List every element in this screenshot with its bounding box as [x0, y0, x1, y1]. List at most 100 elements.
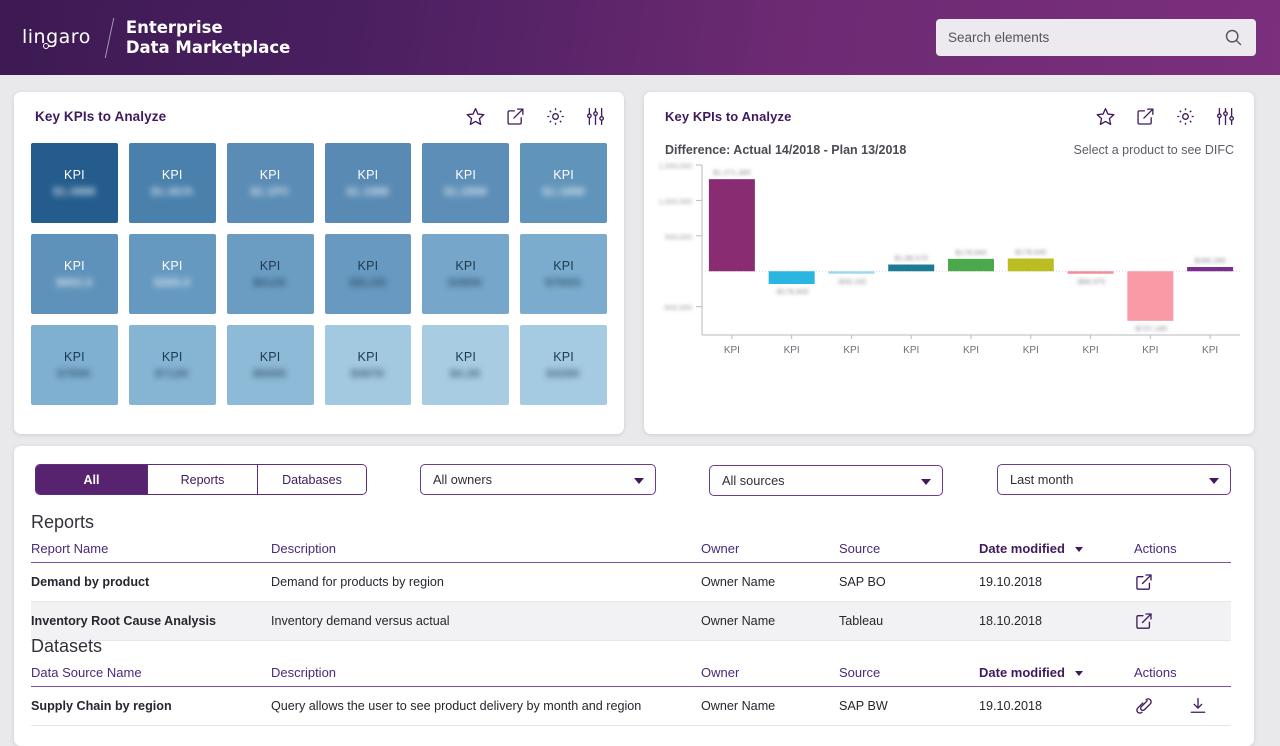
external-link-icon[interactable] [505, 106, 526, 127]
chart-subtitle-row: Difference: Actual 14/2018 - Plan 13/201… [644, 127, 1254, 157]
kpi-tile[interactable]: KPI $1.1MM [520, 143, 607, 223]
table-row[interactable]: Demand by product Demand for products by … [31, 562, 1231, 602]
col-source[interactable]: Source [839, 661, 979, 687]
kpi-tile-label: KPI [455, 259, 477, 273]
chart-bar[interactable] [948, 258, 994, 272]
col-description[interactable]: Description [271, 537, 701, 563]
y-axis-tick-label: 1,000,000 [659, 197, 692, 206]
kpi-tile[interactable]: KPI $1.1PV [226, 143, 314, 223]
kpi-tile-label: KPI [553, 259, 574, 273]
kpi-tile-value: $1.1MM [346, 186, 389, 198]
sliders-icon[interactable] [1215, 106, 1236, 127]
chart-bar[interactable] [1067, 271, 1114, 274]
kpi-tile[interactable]: KPI $420K [520, 325, 607, 405]
kpi-tile-label: KPI [64, 168, 85, 182]
kpi-tile[interactable]: KPI $612K [226, 234, 314, 314]
tab-databases[interactable]: Databases [258, 465, 366, 494]
chart-bar[interactable] [1127, 271, 1174, 321]
chart-data-label: $286,280 [1194, 256, 1225, 265]
external-link-icon[interactable] [1134, 572, 1154, 592]
kpi-card-title: Key KPIs to Analyze [35, 109, 167, 124]
search-icon[interactable] [1223, 27, 1244, 48]
gear-icon[interactable] [545, 106, 566, 127]
chart-bar[interactable] [888, 264, 935, 272]
sliders-icon[interactable] [585, 106, 606, 127]
col-date-modified[interactable]: Date modified [979, 661, 1134, 687]
kpi-tile-label: KPI [161, 259, 183, 273]
kpi-tile[interactable]: KPI $5L/25 [324, 234, 412, 314]
chart-bar[interactable] [828, 271, 875, 274]
kpi-tile-value: $1.2MM [444, 186, 487, 198]
chart-bar[interactable] [1007, 258, 1054, 272]
row-date: 18.10.2018 [979, 601, 1134, 641]
app-header: lingaro Enterprise Data Marketplace [0, 0, 1280, 75]
col-date-modified-label: Date modified [979, 541, 1065, 556]
chart-bar[interactable] [1187, 267, 1234, 272]
tab-reports[interactable]: Reports [148, 465, 258, 494]
table-row[interactable]: Inventory Root Cause Analysis Inventory d… [31, 601, 1231, 641]
kpi-tile[interactable]: KPI $305.0 [128, 234, 216, 314]
x-axis-tick-label: KPI [1202, 345, 1218, 356]
kpi-tile-grid: KPI $1.3MM KPI $1.4K/h KPI $1.1PV KPI $1.1MM KPI… [14, 127, 624, 405]
kpi-tile[interactable]: KPI $790/h [520, 234, 607, 314]
kpi-tile[interactable]: KPI $4.2K [422, 325, 510, 405]
chart-card-actions [1095, 106, 1236, 127]
chart-bar[interactable] [708, 179, 755, 272]
col-owner[interactable]: Owner [701, 537, 839, 563]
kpi-tile-label: KPI [357, 350, 379, 364]
kpi-tile[interactable]: KPI $467K [324, 325, 412, 405]
owners-dropdown[interactable]: All owners [420, 464, 656, 495]
kpi-tile[interactable]: KPI $780K [31, 325, 118, 405]
tab-all[interactable]: All [36, 465, 148, 494]
kpi-tile-value: $1.1MM [542, 186, 585, 198]
kpi-tile[interactable]: KPI $952.0 [31, 234, 118, 314]
kpi-tile-value: $305.0 [154, 277, 191, 289]
chart-bar[interactable] [768, 271, 815, 284]
search-input[interactable] [948, 30, 1223, 45]
app-title-line2: Data Marketplace [125, 37, 291, 57]
col-data-source-name[interactable]: Data Source Name [31, 661, 271, 687]
kpi-tile[interactable]: KPI $600K [226, 325, 314, 405]
kpi-tile[interactable]: KPI $1.4K/h [128, 143, 216, 223]
kpi-tile-label: KPI [553, 168, 574, 182]
col-report-name[interactable]: Report Name [31, 537, 271, 563]
chevron-down-icon [1209, 477, 1219, 484]
gear-icon[interactable] [1175, 106, 1196, 127]
kpi-tile[interactable]: KPI $1.3MM [31, 143, 118, 223]
sort-descending-icon [1074, 547, 1083, 553]
kpi-tile[interactable]: KPI $712K [128, 325, 216, 405]
col-actions: Actions [1134, 537, 1231, 563]
x-axis-tick-label: KPI [903, 345, 919, 356]
search-box[interactable] [936, 19, 1256, 56]
kpi-tile-value: $600K [252, 368, 288, 380]
app-title-line1: Enterprise [125, 17, 223, 37]
kpi-tile[interactable]: KPI $480K [422, 234, 510, 314]
sources-dropdown[interactable]: All sources [709, 465, 943, 496]
chart-card-title: Key KPIs to Analyze [665, 109, 792, 124]
col-owner[interactable]: Owner [701, 661, 839, 687]
external-link-icon[interactable] [1134, 611, 1154, 631]
download-icon[interactable] [1188, 696, 1208, 716]
x-axis-tick-label: KPI [784, 345, 800, 356]
chart-hint: Select a product to see DIFC [1073, 143, 1235, 157]
kpi-tile[interactable]: KPI $1.2MM [422, 143, 510, 223]
chart-svg: 1,500,000 1,000,000 500,000 -500,000 $1,271,… [659, 162, 1240, 356]
row-actions [1134, 601, 1231, 641]
link-icon[interactable] [1134, 696, 1154, 716]
date-range-dropdown[interactable]: Last month [997, 464, 1231, 495]
chart-data-label: -$178,600 [775, 287, 809, 296]
sources-dropdown-value: All sources [722, 473, 785, 488]
row-date: 19.10.2018 [979, 562, 1134, 602]
row-name: Demand by product [31, 562, 271, 602]
external-link-icon[interactable] [1135, 106, 1156, 127]
kpi-tile-label: KPI [455, 168, 477, 182]
date-dropdown-value: Last month [1010, 472, 1074, 487]
kpi-tile-value: $420K [546, 368, 581, 380]
star-icon[interactable] [1095, 106, 1116, 127]
x-axis-tick-label: KPI [1082, 345, 1098, 356]
kpi-tile[interactable]: KPI $1.1MM [324, 143, 412, 223]
col-source[interactable]: Source [839, 537, 979, 563]
col-description[interactable]: Description [271, 661, 701, 687]
star-icon[interactable] [465, 106, 486, 127]
col-date-modified[interactable]: Date modified [979, 537, 1134, 563]
